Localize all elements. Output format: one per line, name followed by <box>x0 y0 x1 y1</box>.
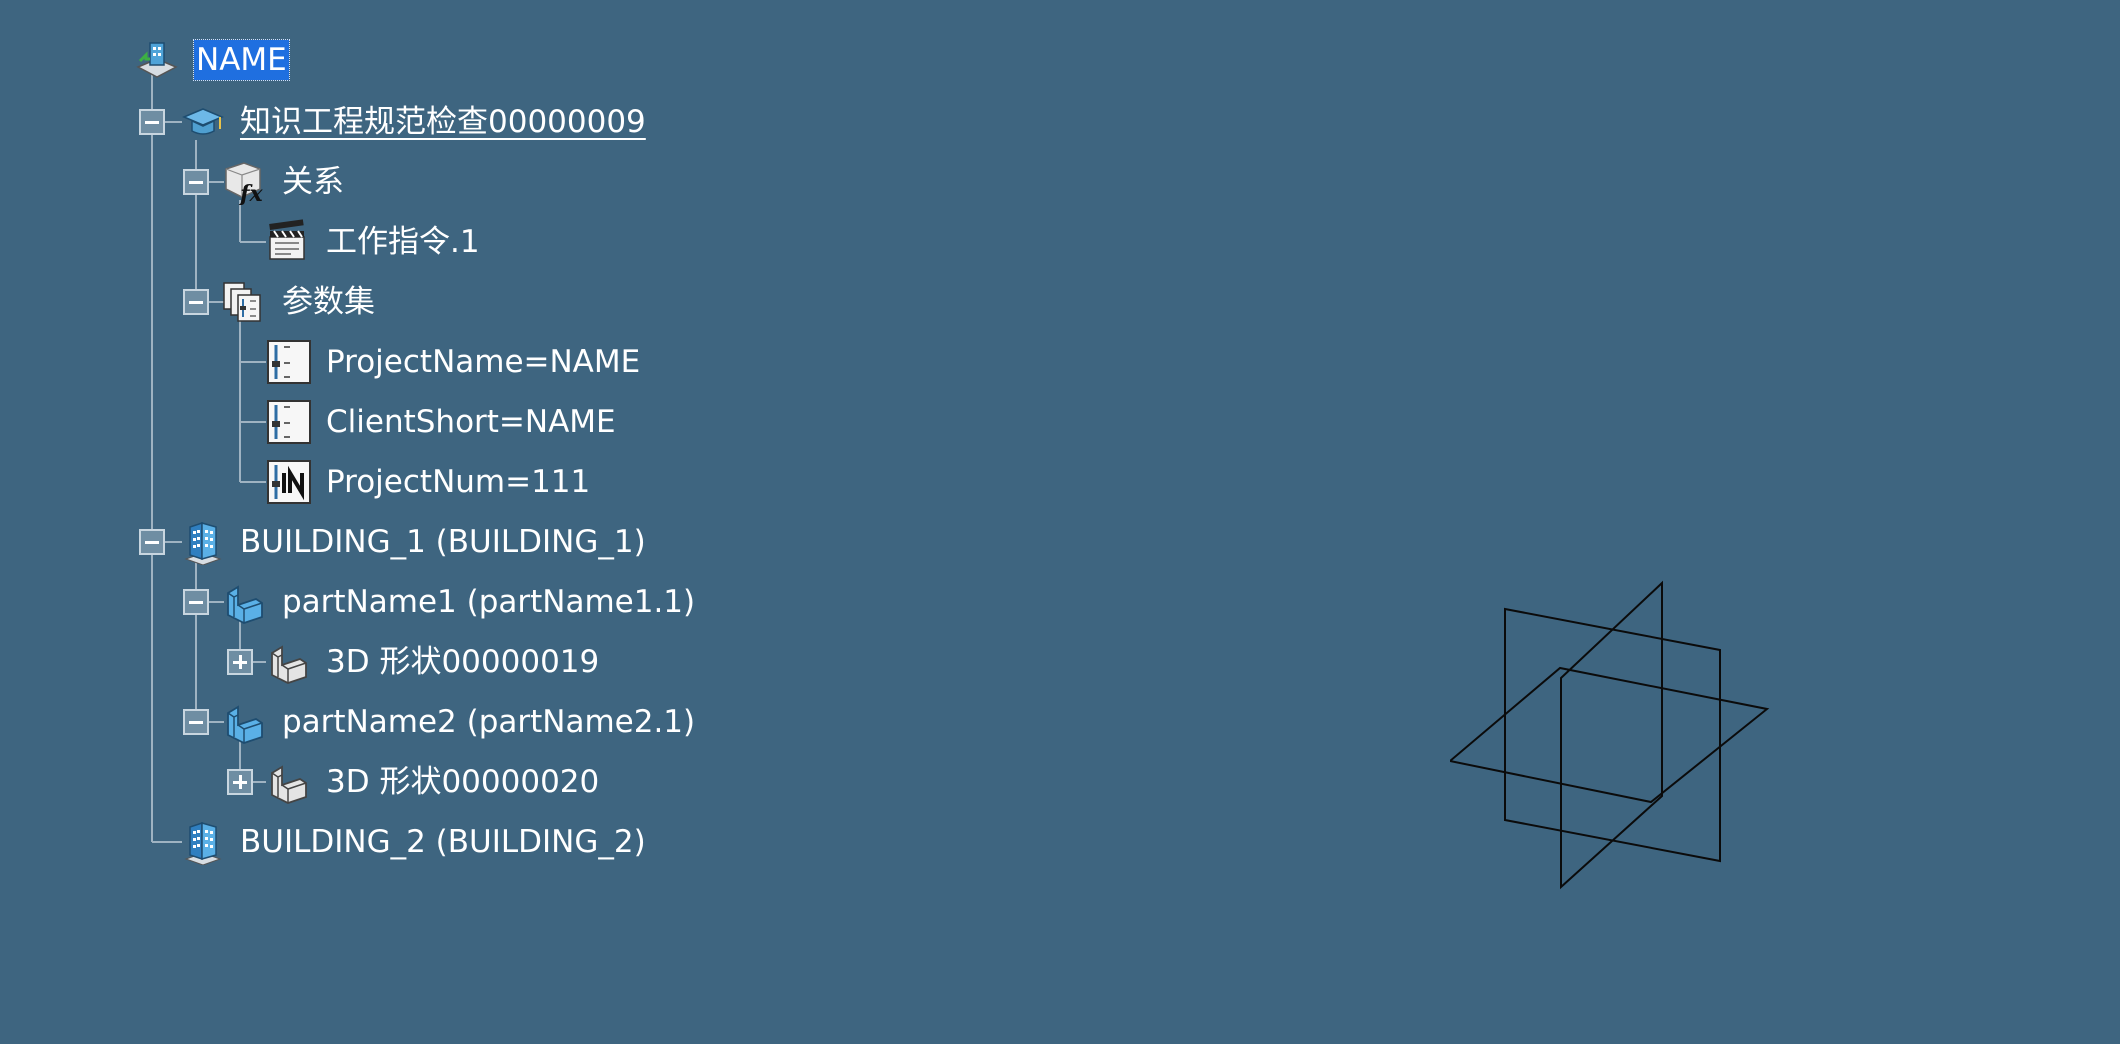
tree-node-knowledge-check[interactable]: 知识工程规范检查00000009 <box>180 96 646 148</box>
tree-node-param-projectnum[interactable]: ProjectNum=111 <box>266 456 590 508</box>
part2-collapse-toggle[interactable] <box>183 709 209 735</box>
tree-node-building-1[interactable]: BUILDING_1 (BUILDING_1) <box>180 516 646 568</box>
building-icon <box>180 819 226 866</box>
param-projectnum-label: ProjectNum=111 <box>326 464 591 500</box>
fx-relations-icon: fx <box>222 159 268 207</box>
shape-3d-icon <box>266 639 312 685</box>
svg-text:fx: fx <box>238 181 263 205</box>
reference-planes-axis[interactable] <box>1450 575 1780 895</box>
shape-2-label: 3D 形状00000020 <box>326 764 600 800</box>
clapperboard-icon <box>266 219 312 265</box>
knowledge-collapse-toggle[interactable] <box>139 109 165 135</box>
graduation-cap-icon <box>180 99 226 145</box>
tree-node-building-2[interactable]: BUILDING_2 (BUILDING_2) <box>180 816 646 868</box>
shape2-expand-toggle[interactable] <box>227 769 253 795</box>
part1-collapse-toggle[interactable] <box>183 589 209 615</box>
action-label: 工作指令.1 <box>326 224 480 260</box>
tree-node-param-projectname[interactable]: ProjectName=NAME <box>266 336 640 388</box>
shape-1-label: 3D 形状00000019 <box>326 644 600 680</box>
integer-parameter-icon <box>266 459 312 505</box>
shape1-expand-toggle[interactable] <box>227 649 253 675</box>
relations-label: 关系 <box>282 164 344 200</box>
building1-collapse-toggle[interactable] <box>139 529 165 555</box>
reference-plane-front <box>1504 607 1721 863</box>
product-root-icon <box>134 37 180 83</box>
tree-node-shape-1[interactable]: 3D 形状00000019 <box>266 636 599 688</box>
root-label: NAME <box>193 39 290 81</box>
param-projectname-label: ProjectName=NAME <box>326 344 641 380</box>
tree-node-part-2[interactable]: partName2 (partName2.1) <box>222 696 695 748</box>
string-parameter-icon <box>266 339 312 385</box>
building-2-label: BUILDING_2 (BUILDING_2) <box>240 824 646 860</box>
part-icon <box>222 699 268 745</box>
building-icon <box>180 519 226 566</box>
tree-node-relations[interactable]: fx 关系 <box>222 156 344 208</box>
part-1-label: partName1 (partName1.1) <box>282 584 696 620</box>
tree-node-param-clientshort[interactable]: ClientShort=NAME <box>266 396 616 448</box>
shape-3d-icon <box>266 759 312 805</box>
tree-node-part-1[interactable]: partName1 (partName1.1) <box>222 576 695 628</box>
tree-node-shape-2[interactable]: 3D 形状00000020 <box>266 756 599 808</box>
building-1-label: BUILDING_1 (BUILDING_1) <box>240 524 646 560</box>
tree-node-parameter-set[interactable]: 参数集 <box>222 276 375 328</box>
specification-tree: NAME 知识工程规范检查00000009 fx 关系 工作指令.1 参数集 P… <box>0 0 900 900</box>
parameter-set-label: 参数集 <box>282 284 375 320</box>
string-parameter-icon <box>266 399 312 445</box>
part-icon <box>222 579 268 625</box>
part-2-label: partName2 (partName2.1) <box>282 704 696 740</box>
relations-collapse-toggle[interactable] <box>183 169 209 195</box>
param-clientshort-label: ClientShort=NAME <box>326 404 616 440</box>
paramset-collapse-toggle[interactable] <box>183 289 209 315</box>
parameter-set-icon <box>222 279 268 325</box>
knowledge-check-label: 知识工程规范检查00000009 <box>240 104 646 140</box>
tree-node-action[interactable]: 工作指令.1 <box>266 216 480 268</box>
tree-node-root[interactable]: NAME <box>134 34 290 86</box>
